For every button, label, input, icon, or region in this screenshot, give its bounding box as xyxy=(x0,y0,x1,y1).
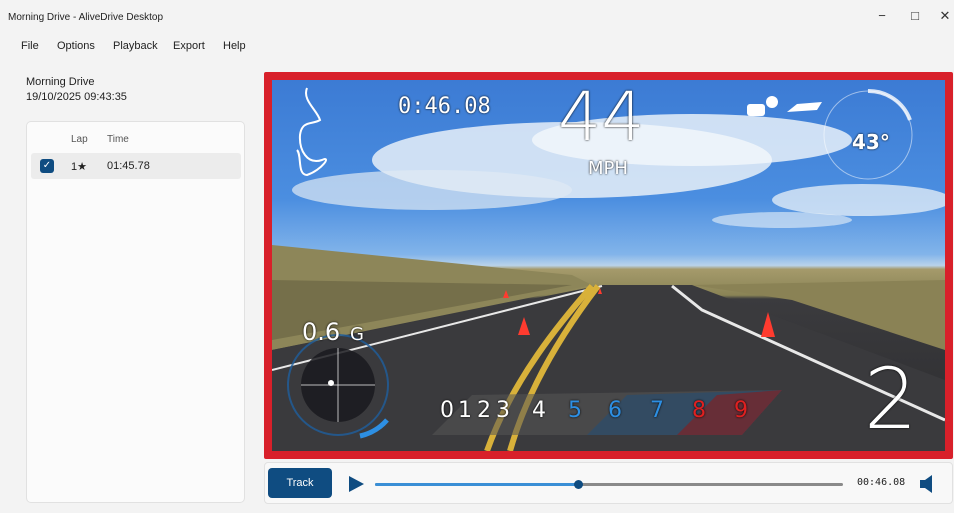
gear-9: 9 xyxy=(734,398,748,423)
lap-row[interactable]: ✓ 1★ 01:45.78 xyxy=(31,153,241,179)
gear-5: 5 xyxy=(568,398,582,423)
title-bar: Morning Drive - AliveDrive Desktop − □ ✕ xyxy=(0,0,954,34)
video-player-frame: 0:46.08 44 MPH 43° 0.6 G 2 0 1 2 3 4 5 6… xyxy=(264,72,953,459)
session-name: Morning Drive xyxy=(26,76,95,88)
menu-bar: File Options Playback Export Help xyxy=(0,36,954,56)
play-icon[interactable] xyxy=(346,474,366,494)
seek-thumb[interactable] xyxy=(573,480,583,489)
g-meter-icon xyxy=(287,334,389,439)
session-datetime: 19/10/2025 09:43:35 xyxy=(26,91,127,103)
menu-playback[interactable]: Playback xyxy=(113,40,158,52)
gear-1: 1 xyxy=(458,398,472,423)
gear-6: 6 xyxy=(608,398,622,423)
menu-export[interactable]: Export xyxy=(173,40,205,52)
track-button[interactable]: Track xyxy=(268,468,332,498)
gear-8: 8 xyxy=(692,398,706,423)
lap-number: 1★ xyxy=(71,161,87,173)
car-icon xyxy=(787,102,822,112)
lap-column-header[interactable]: Lap xyxy=(71,134,88,145)
track-map-icon xyxy=(296,87,327,177)
seek-progress xyxy=(375,483,578,486)
gear-2: 2 xyxy=(477,398,491,423)
seek-bar[interactable] xyxy=(375,480,843,489)
current-gear: 2 xyxy=(864,350,918,448)
lap-list-header: Lap Time xyxy=(27,134,244,148)
gear-3: 3 xyxy=(496,398,510,423)
playback-controls: Track 00:46.08 xyxy=(264,462,953,504)
lap-timer: 0:46.08 xyxy=(398,94,491,119)
g-force-unit: G xyxy=(350,324,364,345)
video-view[interactable]: 0:46.08 44 MPH 43° 0.6 G 2 0 1 2 3 4 5 6… xyxy=(272,80,945,451)
menu-file[interactable]: File xyxy=(21,40,39,52)
playback-time: 00:46.08 xyxy=(857,477,906,488)
temperature-readout: 43° xyxy=(852,130,890,154)
speed-readout: 44 xyxy=(558,80,645,157)
minimize-button[interactable]: − xyxy=(867,8,897,23)
lap-time: 01:45.78 xyxy=(107,160,150,172)
gear-4: 4 xyxy=(532,398,546,423)
engine-temp-icon xyxy=(747,96,778,116)
gear-7: 7 xyxy=(650,398,664,423)
menu-options[interactable]: Options xyxy=(57,40,95,52)
lap-list-panel: Lap Time ✓ 1★ 01:45.78 xyxy=(26,121,245,503)
volume-icon[interactable] xyxy=(917,474,937,494)
menu-help[interactable]: Help xyxy=(223,40,246,52)
time-column-header[interactable]: Time xyxy=(107,134,129,145)
speed-unit: MPH xyxy=(588,158,628,179)
lap-checkbox[interactable]: ✓ xyxy=(40,159,54,173)
g-force-value: 0.6 xyxy=(302,318,341,346)
maximize-button[interactable]: □ xyxy=(900,8,930,23)
window-title: Morning Drive - AliveDrive Desktop xyxy=(8,12,164,23)
close-button[interactable]: ✕ xyxy=(930,8,954,24)
gear-0: 0 xyxy=(440,398,454,423)
